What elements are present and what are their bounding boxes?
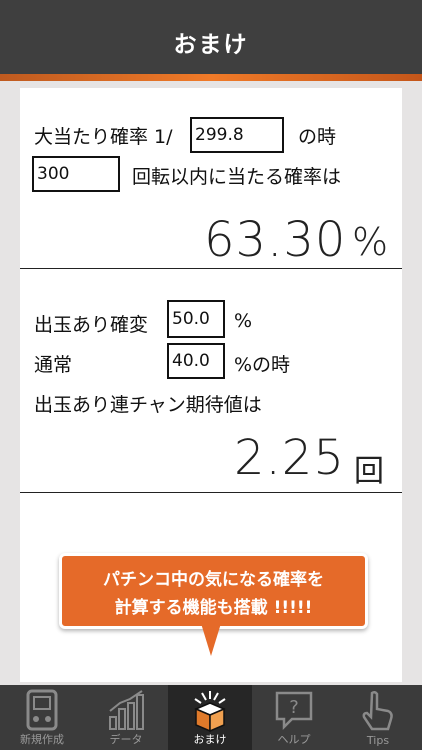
normal-percent-suffix: %の時 [234,354,291,376]
tab-label: Tips [366,734,390,747]
page-title: おまけ [173,32,249,58]
pointing-hand-icon [362,690,393,731]
divider [20,492,402,493]
tab-label: 新規作成 [20,733,64,746]
condition-suffix: の時 [298,126,337,148]
tab-label: データ [109,733,143,746]
promo-line-2: 計算する機能も搭載 !!!!! [114,598,313,618]
help-bubble-icon: ? [275,691,313,731]
expected-value-result: 2.25 [234,430,345,486]
promo-bubble: パチンコ中の気になる確率を 計算する機能も搭載 !!!!! [59,553,368,629]
hit-probability-label: 大当たり確率 1/ [34,126,173,148]
new-record-icon [26,689,58,731]
tab-label: おまけ [193,733,227,746]
promo-line-1: パチンコ中の気になる確率を [103,570,324,590]
header: おまけ [0,0,422,74]
tab-bar: 新規作成 データ おまけ ? ヘルプ Tips [0,685,422,750]
bubble-tail-fill [200,620,222,656]
svg-text:?: ? [289,697,299,718]
kakuhen-rate-label: 出玉あり確変 [34,314,149,336]
expected-value-label: 出玉あり連チャン期待値は [34,394,262,416]
kakuhen-percent-unit: % [234,310,253,332]
tab-data[interactable]: データ [84,685,168,750]
spin-count-input[interactable] [32,156,120,192]
data-chart-icon [109,690,144,730]
hit-probability-result: 63.30 [204,212,347,268]
tab-help[interactable]: ? ヘルプ [252,685,336,750]
normal-rate-input[interactable] [167,343,225,379]
times-unit: 回 [354,454,384,489]
kakuhen-rate-input[interactable] [167,300,225,338]
normal-rate-label: 通常 [34,354,73,376]
tab-extras[interactable]: おまけ [168,685,252,750]
hit-probability-input[interactable] [190,117,284,153]
tab-tips[interactable]: Tips [336,685,420,750]
spin-count-label: 回転以内に当たる確率は [132,166,342,188]
percent-unit: % [352,220,389,264]
tab-label: ヘルプ [277,733,311,746]
gift-box-icon [194,691,226,733]
divider [20,268,402,269]
tab-new-record[interactable]: 新規作成 [0,685,84,750]
header-accent-bar [0,74,422,81]
